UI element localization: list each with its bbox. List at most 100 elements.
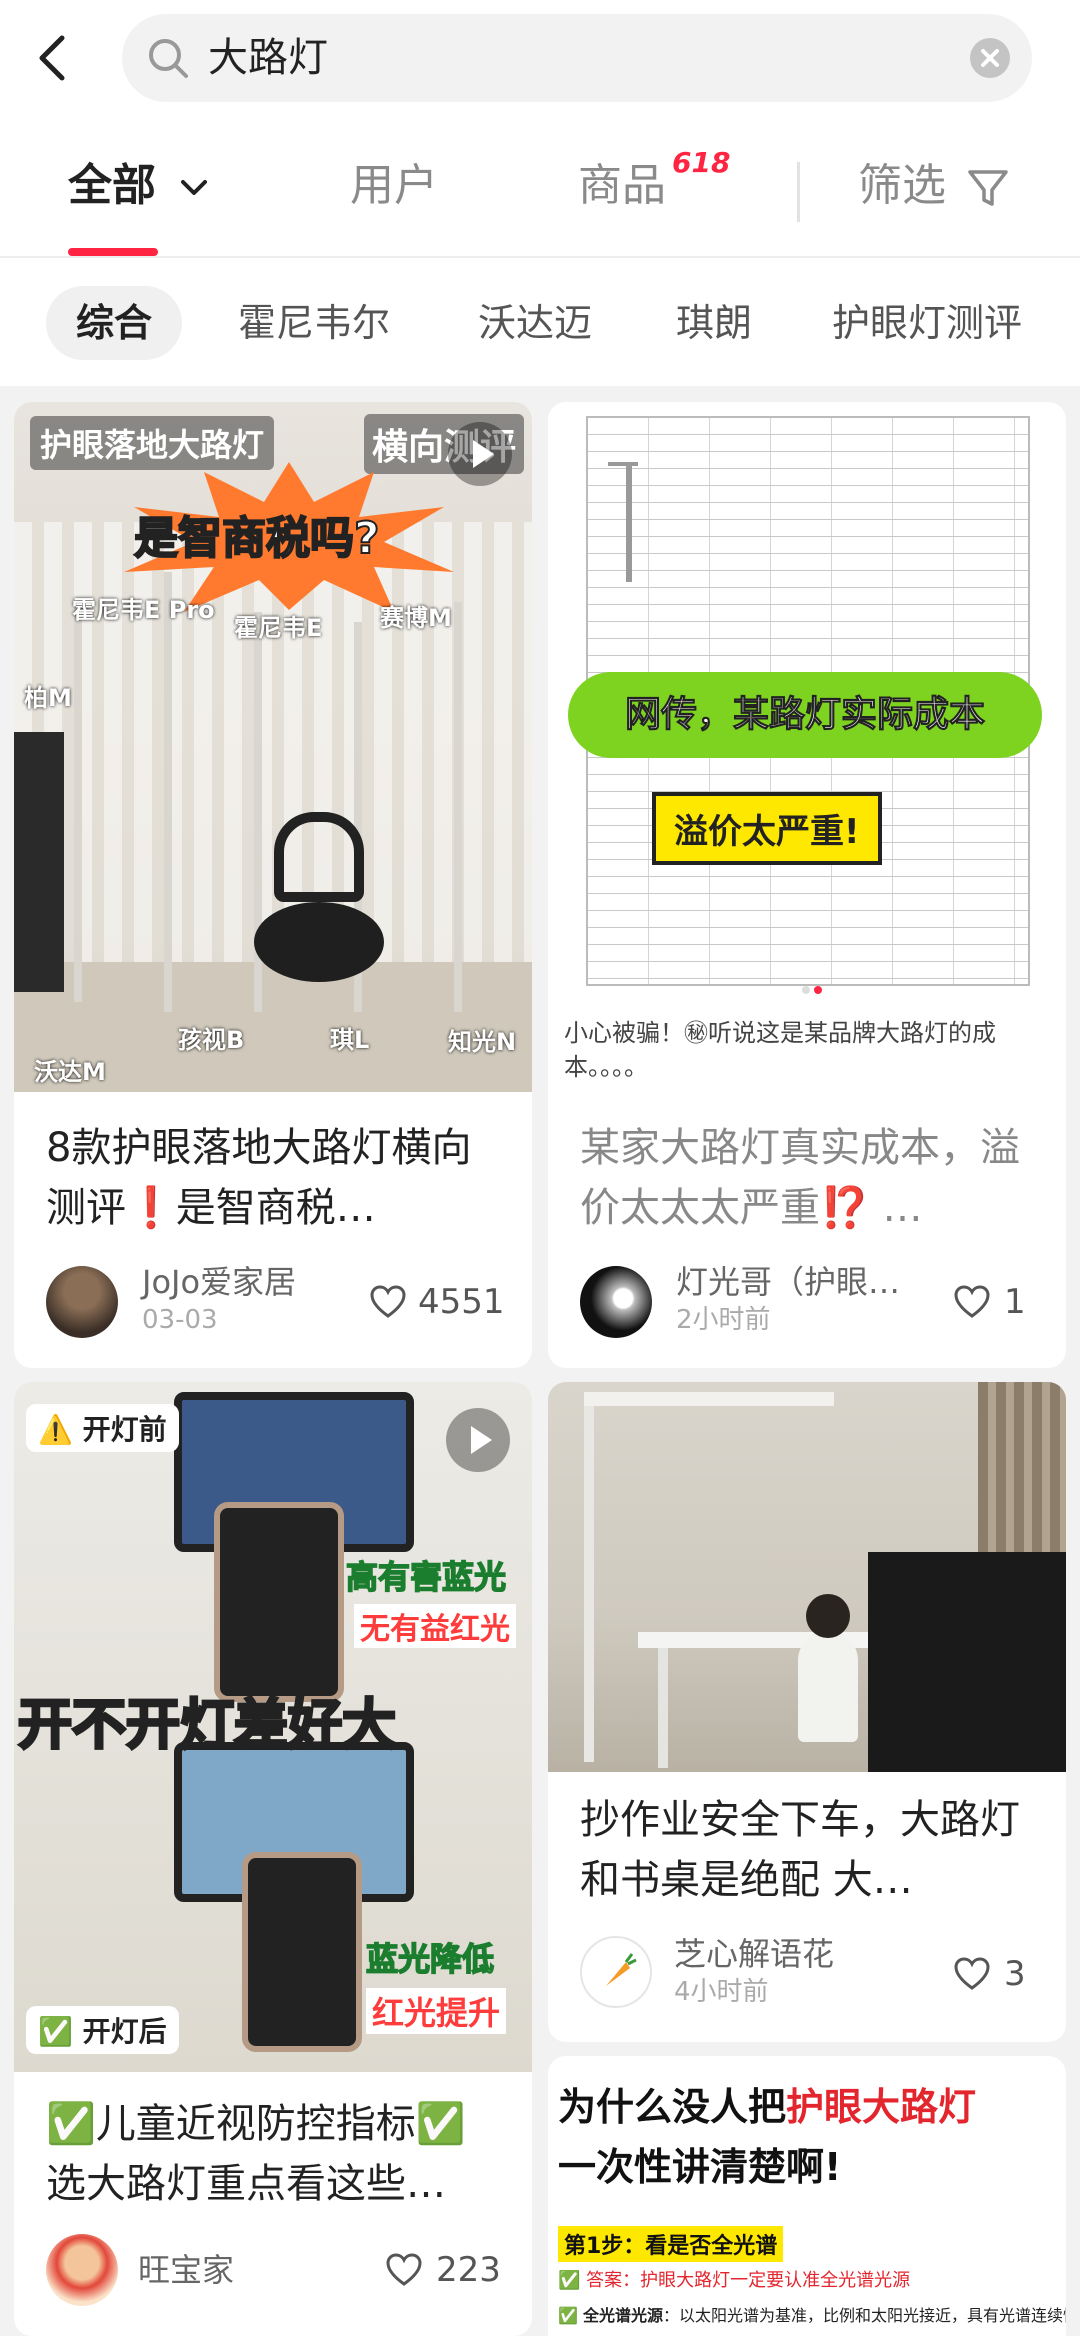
chip-honeywell[interactable]: 霍尼韦尔 — [238, 286, 390, 360]
note-card[interactable]: 为什么没人把护眼大路灯 一次性讲清楚啊! 第1步：看是否全光谱 ✅ 答案：护眼大… — [548, 2056, 1066, 2336]
search-icon — [149, 39, 188, 78]
tab-users[interactable]: 用户 — [350, 158, 438, 214]
before-label: ⚠️ 开灯前 — [26, 1404, 179, 1452]
result-type-tabs: 全部 用户 商品 618 筛选 — [0, 116, 1080, 258]
round-table — [254, 902, 384, 982]
heart-icon[interactable] — [368, 1282, 408, 1322]
note-card[interactable]: 抄作业安全下车，大路灯和书桌是绝配 大… 芝心解语花 4小时前 3 — [548, 1382, 1066, 2042]
lamp-head — [584, 1392, 834, 1406]
chip-eye-lamp-review[interactable]: 护眼灯测评 — [832, 286, 1022, 360]
author-name[interactable]: JoJo爱家居 — [142, 1262, 296, 1302]
chevron-down-icon — [181, 180, 208, 195]
cover-tag: 溢价太严重! — [652, 792, 882, 865]
tab-filter-label: 筛选 — [858, 160, 946, 211]
tv-screen — [14, 732, 64, 992]
answer-text: 答案：护眼大路灯一定要认准全光谱光源 — [586, 2270, 911, 2291]
post-date: 4小时前 — [674, 1977, 769, 2007]
author-name[interactable]: 旺宝家 — [138, 2250, 234, 2290]
tab-goods[interactable]: 商品 — [578, 158, 666, 214]
cover-headline-highlight: 护眼大路灯 — [786, 2085, 977, 2129]
tab-filter[interactable]: 筛选 — [858, 158, 1010, 214]
note-cover-image — [548, 1382, 1066, 1772]
spectrometer-device — [214, 1502, 344, 1702]
chair — [274, 812, 364, 902]
image-caption: 小心被骗！㊙听说这是某品牌大路灯的成本。。。。 — [564, 1019, 996, 1081]
lamp-pole — [454, 602, 462, 1012]
lamp-label: 琪L — [330, 1026, 370, 1054]
note-cover-image: 为什么没人把护眼大路灯 一次性讲清楚啊! 第1步：看是否全光谱 ✅ 答案：护眼大… — [548, 2056, 1066, 2336]
search-bar[interactable]: 大路灯 — [122, 14, 1032, 102]
window — [978, 1382, 1066, 1552]
post-date: 03-03 — [142, 1305, 218, 1335]
like-count: 4551 — [418, 1282, 505, 1322]
cover-headline: 为什么没人把护眼大路灯 — [558, 2076, 976, 2131]
note-cover-image: 网传，某路灯实际成本 溢价太严重! — [548, 402, 1066, 1000]
heart-icon[interactable] — [952, 1282, 992, 1322]
cover-line: 蓝光降低 — [365, 1939, 495, 1979]
video-play-icon — [448, 422, 512, 486]
video-play-icon — [446, 1408, 510, 1472]
child-figure — [798, 1632, 858, 1742]
avatar[interactable] — [580, 1936, 652, 2008]
note-title[interactable]: 某家大路灯真实成本，溢价太太太严重⁉️ … — [580, 1118, 1038, 1238]
carousel-dot-active — [814, 986, 822, 994]
desk-leg — [658, 1648, 668, 1768]
piano — [868, 1552, 1066, 1772]
lamp-label: 霍尼韦E — [234, 614, 323, 642]
filter-chips: 综合 霍尼韦尔 沃达迈 琪朗 护眼灯测评 — [0, 258, 1080, 386]
tab-divider — [797, 162, 800, 222]
tab-all[interactable]: 全部 — [68, 158, 211, 214]
avatar[interactable] — [580, 1266, 652, 1338]
note-card[interactable]: 护眼落地大路灯 横向测评 是智商税吗? 霍尼韦E Pro 霍尼韦E 赛博M 柏M… — [14, 402, 532, 1368]
lamp-label: 霍尼韦E Pro — [72, 596, 215, 624]
cover-line: 红光提升 — [366, 1988, 507, 2034]
avatar[interactable] — [46, 1266, 118, 1338]
spectrometer-device — [242, 1852, 362, 2052]
child-head — [806, 1594, 850, 1638]
carousel-dot — [802, 986, 810, 994]
active-tab-indicator — [68, 248, 158, 256]
filter-icon — [968, 170, 1008, 206]
tab-all-label: 全部 — [68, 160, 156, 211]
chip-wodamai[interactable]: 沃达迈 — [478, 286, 592, 360]
cover-headline-part: 为什么没人把 — [558, 2085, 787, 2129]
clear-search-icon[interactable] — [970, 38, 1010, 78]
lamp-label: 沃达M — [34, 1058, 106, 1086]
cover-banner: 网传，某路灯实际成本 — [568, 672, 1042, 758]
lamp-label: 孩视B — [178, 1026, 245, 1054]
note-title[interactable]: 抄作业安全下车，大路灯和书桌是绝配 大… — [580, 1790, 1038, 1910]
lamp-label: 柏M — [24, 684, 72, 712]
chip-qilang[interactable]: 琪朗 — [676, 286, 752, 360]
avatar[interactable] — [46, 2234, 118, 2306]
search-query[interactable]: 大路灯 — [208, 32, 328, 84]
lamp-label: 赛博M — [380, 604, 452, 632]
note-text: ：以太阳光谱为基准，比例和太阳光接近，具有光谱连续性 — [663, 2306, 1066, 2325]
heart-icon[interactable] — [384, 2250, 424, 2290]
lamp-pole — [74, 602, 82, 1002]
chip-comprehensive[interactable]: 综合 — [46, 286, 183, 360]
step-label: 第1步：看是否全光谱 — [558, 2226, 784, 2262]
carrot-icon — [606, 1953, 637, 1986]
cover-line: 无有益红光 — [354, 1604, 516, 1648]
like-count: 1 — [1004, 1282, 1026, 1322]
note-label: 全光谱光源 — [583, 2306, 664, 2325]
back-arrow-icon[interactable] — [30, 30, 78, 86]
like-count: 3 — [1004, 1954, 1026, 1994]
after-label: ✅ 开灯后 — [26, 2006, 179, 2054]
lamp-pole — [584, 1392, 594, 1762]
heart-icon[interactable] — [952, 1954, 992, 1994]
cover-burst-text: 是智商税吗? — [133, 512, 381, 565]
cover-center-text: 开不开灯差好大 — [17, 1692, 398, 1758]
author-name[interactable]: 灯光哥（护眼… — [676, 1262, 900, 1302]
note-cover-image: ⚠️ 开灯前 高有害蓝光 无有益红光 开不开灯差好大 蓝光降低 红光提升 ✅ 开… — [14, 1382, 532, 2072]
lamp-pole — [164, 572, 172, 1012]
note-title[interactable]: 8款护眼落地大路灯横向测评❗️是智商税… — [46, 1118, 504, 1238]
cover-line: 高有害蓝光 — [345, 1557, 507, 1597]
top-bar: 大路灯 — [0, 0, 1080, 116]
after-label-text: 开灯后 — [82, 2015, 167, 2048]
note-cover-image: 护眼落地大路灯 横向测评 是智商税吗? 霍尼韦E Pro 霍尼韦E 赛博M 柏M… — [14, 402, 532, 1092]
note-card[interactable]: ⚠️ 开灯前 高有害蓝光 无有益红光 开不开灯差好大 蓝光降低 红光提升 ✅ 开… — [14, 1382, 532, 2336]
note-title[interactable]: ✅儿童近视防控指标✅选大路灯重点看这些… — [46, 2094, 504, 2214]
note-card[interactable]: 网传，某路灯实际成本 溢价太严重! 小心被骗！㊙听说这是某品牌大路灯的成本。。。… — [548, 402, 1066, 1368]
author-name[interactable]: 芝心解语花 — [674, 1934, 834, 1974]
